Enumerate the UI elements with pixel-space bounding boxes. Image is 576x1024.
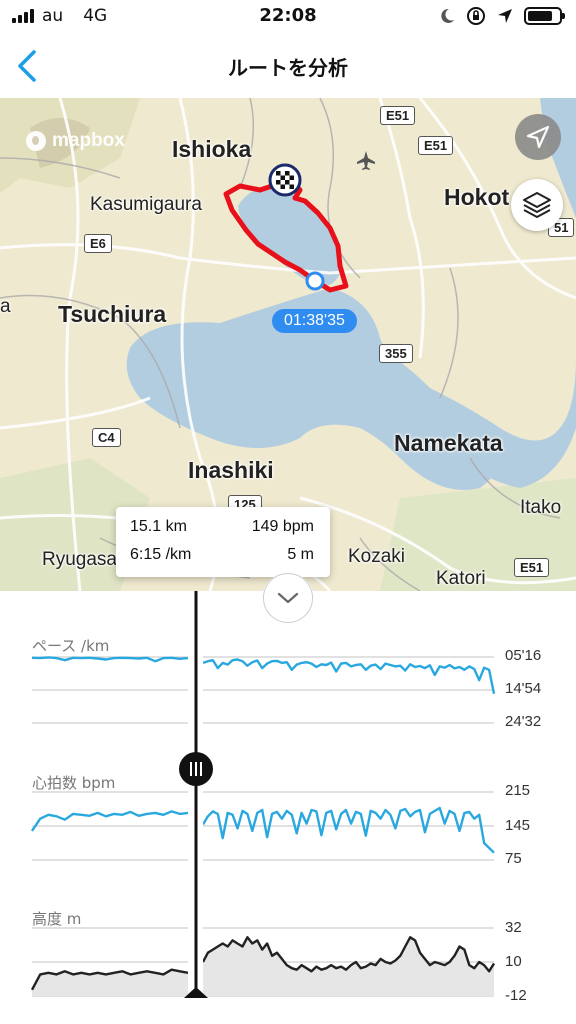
route-map[interactable]: mapbox Ishioka Kasumigaura Hokot Tsuchiu… [0, 98, 576, 591]
place-namekata: Namekata [394, 430, 503, 456]
charts-panel: ペース /km 05'16 14'54 24'32 心拍数 bpm 215 14… [0, 573, 576, 1024]
data-tooltip: 15.1 km 149 bpm 6:15 /km 5 m [116, 507, 330, 577]
scrubber-handle[interactable] [179, 752, 213, 786]
map-layers-button[interactable] [511, 179, 563, 231]
place-edge: a [0, 296, 11, 317]
charts-svg [30, 591, 496, 1024]
compass-button[interactable] [515, 114, 561, 160]
battery-icon [524, 7, 565, 25]
place-ryugasaki: Ryugasa [42, 549, 117, 570]
road-shield-e6: E6 [84, 234, 112, 253]
place-inashiki: Inashiki [188, 457, 274, 483]
page-title: ルートを分析 [228, 56, 348, 80]
finish-flag-icon [268, 163, 302, 197]
place-katori: Katori [436, 568, 486, 589]
location-arrow-icon [498, 9, 512, 23]
mapbox-attribution: mapbox [26, 130, 125, 152]
position-marker [305, 271, 325, 291]
location-arrow-icon [526, 125, 550, 149]
status-bar: au 4G 22:08 [0, 0, 576, 34]
road-shield-e51: E51 [380, 106, 416, 125]
tooltip-altitude: 5 m [287, 546, 314, 563]
mapbox-label: mapbox [52, 130, 125, 151]
moon-icon [441, 8, 454, 23]
airport-icon [357, 151, 375, 170]
place-itako: Itako [520, 497, 562, 518]
place-kasumigaura: Kasumigaura [90, 194, 202, 215]
tooltip-heart-rate: 149 bpm [251, 518, 314, 535]
series-line-1-1 [201, 806, 495, 854]
tooltip-distance: 15.1 km [130, 518, 187, 535]
series-line-0-0 [31, 656, 189, 663]
series-line-0-1 [202, 658, 496, 695]
status-right [438, 6, 565, 26]
nav-bar: ルートを分析 [0, 34, 576, 98]
place-kozaki: Kozaki [348, 546, 406, 567]
place-tsuchiura: Tsuchiura [58, 301, 167, 327]
time-badge: 01:38'35 [272, 309, 357, 333]
rotation-lock-icon [467, 7, 485, 25]
tooltip-pace: 6:15 /km [130, 546, 192, 563]
mapbox-logo-icon [26, 131, 46, 151]
road-shield-355: 355 [379, 344, 413, 363]
place-hokota: Hokot [444, 184, 510, 210]
series-line-1-0 [31, 810, 189, 832]
road-shield-e51: E51 [514, 558, 550, 577]
road-shield-e51: E51 [418, 136, 454, 155]
layers-icon [523, 192, 551, 218]
place-ishioka: Ishioka [172, 136, 252, 162]
road-shield-c4: C4 [92, 428, 121, 447]
